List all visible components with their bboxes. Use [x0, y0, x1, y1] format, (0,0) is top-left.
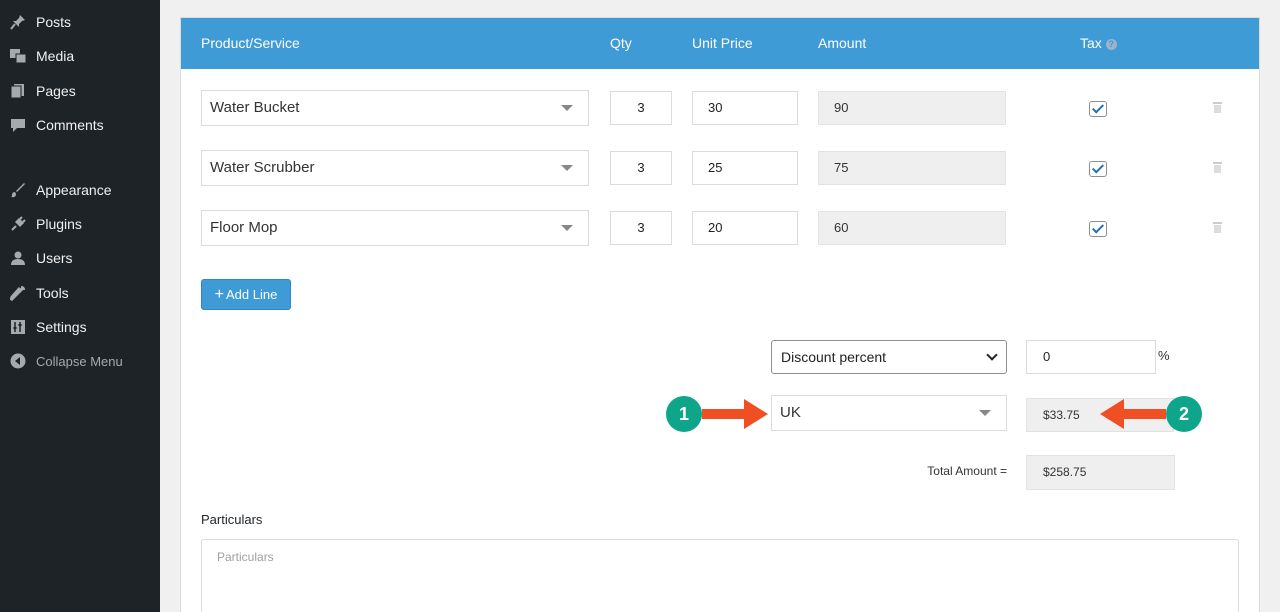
sidebar-item-label: Users — [36, 250, 73, 266]
sidebar-item-label: Pages — [36, 83, 76, 99]
sidebar-item-posts[interactable]: Posts — [0, 5, 160, 39]
comment-icon — [8, 115, 28, 135]
line-item-row: Water Scrubber 3 25 75 — [181, 150, 1259, 186]
sidebar-item-label: Tools — [36, 285, 69, 301]
particulars-label: Particulars — [201, 512, 263, 527]
sidebar-item-pages[interactable]: Pages — [0, 74, 160, 108]
tax-checkbox[interactable] — [1089, 101, 1107, 117]
user-icon — [8, 248, 28, 268]
header-product: Product/Service — [201, 35, 300, 51]
add-line-button[interactable]: + Add Line — [201, 279, 291, 310]
discount-type-value: Discount percent — [781, 349, 887, 365]
total-amount-field: $258.75 — [1026, 455, 1175, 490]
amount-field: 90 — [818, 91, 1006, 125]
callout-badge-1: 1 — [666, 396, 702, 432]
line-item-row: Water Bucket 3 30 90 — [181, 90, 1259, 126]
sidebar-item-label: Plugins — [36, 216, 82, 232]
unit-price-input[interactable]: 30 — [692, 91, 798, 125]
unit-price-input[interactable]: 25 — [692, 151, 798, 185]
sidebar-item-media[interactable]: Media — [0, 39, 160, 73]
total-amount-label: Total Amount = — [927, 464, 1007, 478]
trash-icon[interactable] — [1213, 102, 1222, 113]
trash-icon[interactable] — [1213, 222, 1222, 233]
qty-input[interactable]: 3 — [610, 211, 672, 245]
percent-unit: % — [1158, 348, 1170, 363]
particulars-textarea[interactable]: Particulars — [201, 539, 1239, 612]
sidebar-item-label: Posts — [36, 14, 72, 30]
header-tax-label: Tax — [1080, 35, 1102, 51]
sidebar-item-tools[interactable]: Tools — [0, 276, 160, 310]
brush-icon — [8, 180, 28, 200]
sidebar-item-plugins[interactable]: Plugins — [0, 207, 160, 241]
invoice-form-card: Product/Service Qty Unit Price Amount Ta… — [180, 17, 1260, 612]
tax-checkbox[interactable] — [1089, 161, 1107, 177]
plus-icon: + — [214, 285, 224, 303]
amount-field: 60 — [818, 211, 1006, 245]
unit-price-input[interactable]: 20 — [692, 211, 798, 245]
chevron-down-icon — [986, 349, 998, 361]
sidebar-item-label: Comments — [36, 117, 104, 133]
product-select-value: Water Scrubber — [210, 159, 315, 176]
settings-icon — [8, 317, 28, 337]
product-select[interactable]: Water Bucket — [201, 90, 589, 126]
tax-region-value: UK — [780, 404, 801, 421]
sidebar-item-appearance[interactable]: Appearance — [0, 173, 160, 207]
header-tax: Tax? — [1080, 18, 1117, 69]
callout-badge-2: 2 — [1166, 396, 1202, 432]
pages-icon — [8, 81, 28, 101]
sidebar-item-settings[interactable]: Settings — [0, 310, 160, 344]
line-item-row: Floor Mop 3 20 60 — [181, 210, 1259, 246]
caret-down-icon — [561, 165, 573, 171]
plugin-icon — [8, 214, 28, 234]
help-icon[interactable]: ? — [1105, 38, 1117, 50]
discount-value-input[interactable]: 0 — [1026, 340, 1156, 374]
sidebar-item-label: Media — [36, 48, 75, 64]
table-header: Product/Service Qty Unit Price Amount Ta… — [181, 18, 1259, 69]
sidebar-item-label: Settings — [36, 319, 87, 335]
sidebar-item-users[interactable]: Users — [0, 241, 160, 275]
product-select[interactable]: Floor Mop — [201, 210, 589, 246]
sidebar-item-label: Collapse Menu — [36, 353, 123, 369]
pin-icon — [8, 12, 28, 32]
caret-down-icon — [979, 410, 991, 416]
callout-arrow-right-icon — [702, 399, 768, 429]
amount-field: 75 — [818, 151, 1006, 185]
header-amount: Amount — [818, 35, 867, 51]
wrench-icon — [8, 283, 28, 303]
qty-input[interactable]: 3 — [610, 91, 672, 125]
product-select-value: Floor Mop — [210, 219, 278, 236]
caret-down-icon — [561, 105, 573, 111]
callout-arrow-left-icon — [1100, 399, 1166, 429]
tax-checkbox[interactable] — [1089, 221, 1107, 237]
sidebar-item-comments[interactable]: Comments — [0, 108, 160, 142]
sidebar-item-label: Appearance — [36, 182, 112, 198]
caret-down-icon — [561, 225, 573, 231]
qty-input[interactable]: 3 — [610, 151, 672, 185]
tax-region-select[interactable]: UK — [771, 395, 1007, 431]
admin-sidebar: Posts Media Pages Comments Appearance Pl… — [0, 0, 160, 612]
product-select-value: Water Bucket — [210, 99, 300, 116]
collapse-menu-button[interactable]: Collapse Menu — [0, 344, 160, 378]
header-unit-price: Unit Price — [692, 35, 753, 51]
add-line-label: Add Line — [226, 287, 278, 302]
trash-icon[interactable] — [1213, 162, 1222, 173]
media-icon — [8, 46, 28, 66]
collapse-icon — [8, 351, 28, 371]
header-qty: Qty — [610, 35, 632, 51]
discount-type-select[interactable]: Discount percent — [771, 340, 1007, 374]
product-select[interactable]: Water Scrubber — [201, 150, 589, 186]
